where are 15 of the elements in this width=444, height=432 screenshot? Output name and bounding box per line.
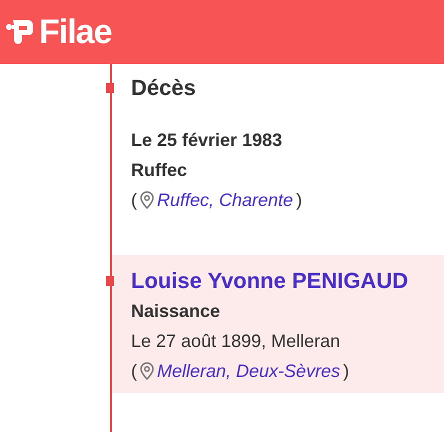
location-pin-icon — [140, 362, 154, 380]
parenthesis: ( — [131, 189, 137, 212]
location-pin-icon — [140, 191, 154, 209]
place-link[interactable]: Ruffec, Charente — [157, 185, 294, 215]
person-name-link[interactable]: Louise Yvonne PENIGAUD — [131, 266, 444, 296]
parenthesis: ( — [131, 360, 137, 383]
event-title: Décès — [131, 74, 197, 102]
entry-text: Le 25 février 1983 — [131, 129, 282, 152]
entry-text: Ruffec — [131, 159, 188, 182]
parenthesis: ) — [343, 360, 350, 383]
parenthesis: ) — [296, 189, 302, 212]
place-link[interactable]: Melleran, Deux-Sèvres — [157, 356, 340, 386]
logo-icon — [6, 17, 36, 47]
entry-text: Le 27 août 1899, Melleran — [131, 330, 340, 353]
entry-text: Naissance — [131, 300, 220, 323]
